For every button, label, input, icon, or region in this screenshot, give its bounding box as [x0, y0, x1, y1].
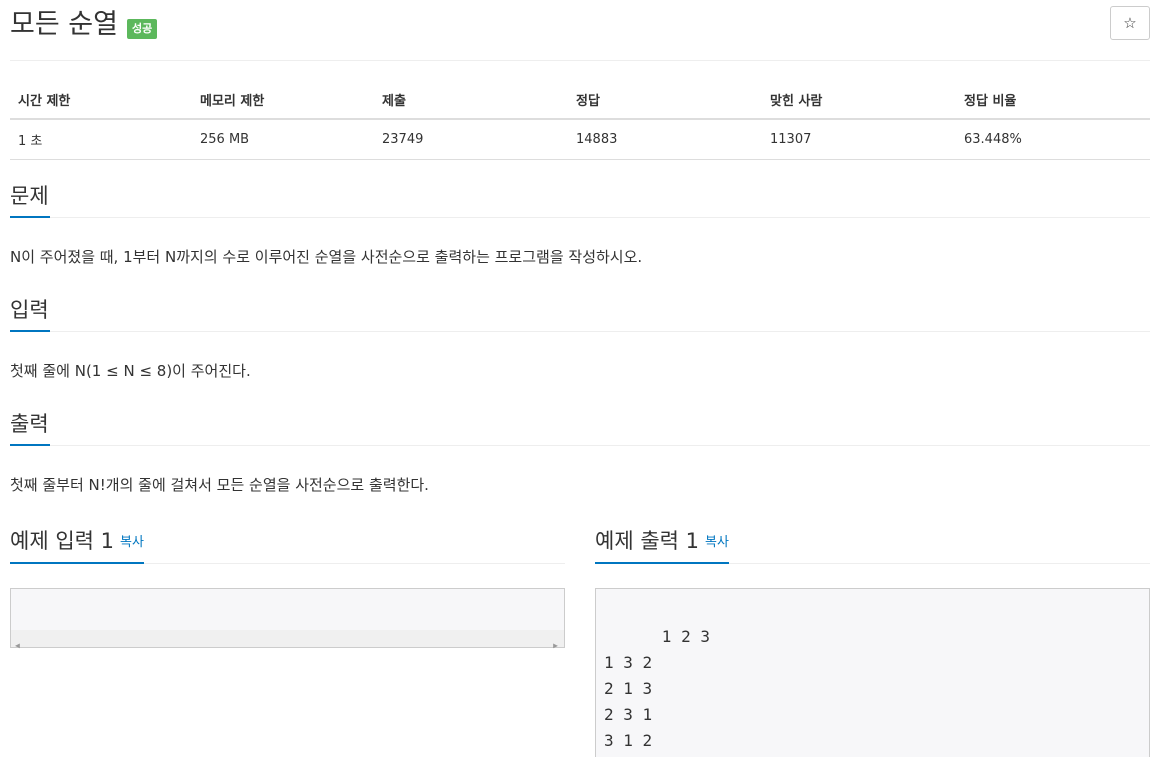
value-time-limit: 1 초: [10, 119, 192, 160]
section-output: 출력 첫째 줄부터 N!개의 줄에 걸쳐서 모든 순열을 사전순으로 출력한다.: [10, 410, 1150, 496]
copy-sample-output-link[interactable]: 복사: [705, 535, 729, 550]
header-solved-users: 맞힌 사람: [762, 82, 956, 120]
info-header-row: 시간 제한 메모리 제한 제출 정답 맞힌 사람 정답 비율: [10, 82, 1150, 120]
sample-input-title: 예제 입력 1 복사: [10, 526, 144, 564]
status-badge: 성공: [127, 19, 158, 39]
header-submissions: 제출: [374, 82, 568, 120]
section-output-title: 출력: [10, 410, 50, 446]
sample-input-box[interactable]: 3 ◀ ▶: [10, 588, 565, 650]
section-problem-title: 문제: [10, 182, 50, 218]
sample-output: 예제 출력 1 복사 1 2 3 1 3 2 2 1 3 2 3 1 3 1 2 …: [595, 526, 1150, 757]
problem-info-table: 시간 제한 메모리 제한 제출 정답 맞힌 사람 정답 비율 1 초 256 M…: [10, 82, 1150, 160]
title-divider: [10, 60, 1150, 61]
value-solved-users: 11307: [762, 119, 956, 160]
sample-output-title-text: 예제 출력 1: [595, 529, 699, 553]
section-problem: 문제 N이 주어졌을 때, 1부터 N까지의 수로 이루어진 순열을 사전순으로…: [10, 182, 1150, 268]
header-memory-limit: 메모리 제한: [192, 82, 374, 120]
scroll-left-arrow-icon[interactable]: ◀: [15, 633, 20, 659]
sample-input-heading: 예제 입력 1 복사: [10, 526, 565, 564]
section-input-heading: 입력: [10, 296, 1150, 332]
problem-page: 모든 순열 성공 ☆ 시간 제한 메모리 제한 제출 정답 맞힌 사람 정답 비…: [10, 0, 1150, 757]
value-submissions: 23749: [374, 119, 568, 160]
page-title: 모든 순열: [10, 9, 118, 40]
sample-input-title-text: 예제 입력 1: [10, 529, 114, 553]
sample-output-box[interactable]: 1 2 3 1 3 2 2 1 3 2 3 1 3 1 2 3 2 1: [595, 588, 1150, 757]
header-accept-ratio: 정답 비율: [956, 82, 1150, 120]
section-input-title: 입력: [10, 296, 50, 332]
info-value-row: 1 초 256 MB 23749 14883 11307 63.448%: [10, 119, 1150, 160]
value-accept-ratio: 63.448%: [956, 119, 1150, 160]
header-time-limit: 시간 제한: [10, 82, 192, 120]
section-problem-text: N이 주어졌을 때, 1부터 N까지의 수로 이루어진 순열을 사전순으로 출력…: [10, 248, 643, 266]
section-output-heading: 출력: [10, 410, 1150, 446]
favorite-button[interactable]: ☆: [1110, 6, 1150, 40]
value-memory-limit: 256 MB: [192, 119, 374, 160]
value-accepted: 14883: [568, 119, 762, 160]
section-input-text: 첫째 줄에 N(1 ≤ N ≤ 8)이 주어진다.: [10, 362, 251, 380]
sample-output-content: 1 2 3 1 3 2 2 1 3 2 3 1 3 1 2 3 2 1: [604, 627, 710, 750]
star-icon: ☆: [1123, 14, 1137, 32]
sample-input-scrollbar[interactable]: ◀ ▶: [11, 630, 564, 650]
title-row: 모든 순열 성공 ☆: [10, 6, 1150, 46]
sample-output-title: 예제 출력 1 복사: [595, 526, 729, 564]
section-input: 입력 첫째 줄에 N(1 ≤ N ≤ 8)이 주어진다.: [10, 296, 1150, 382]
header-accepted: 정답: [568, 82, 762, 120]
scroll-right-arrow-icon[interactable]: ▶: [553, 633, 558, 659]
sample-input: 예제 입력 1 복사 3 ◀ ▶: [10, 526, 565, 650]
section-problem-heading: 문제: [10, 182, 1150, 218]
sample-output-heading: 예제 출력 1 복사: [595, 526, 1150, 564]
section-output-text: 첫째 줄부터 N!개의 줄에 걸쳐서 모든 순열을 사전순으로 출력한다.: [10, 476, 429, 494]
copy-sample-input-link[interactable]: 복사: [120, 535, 144, 550]
